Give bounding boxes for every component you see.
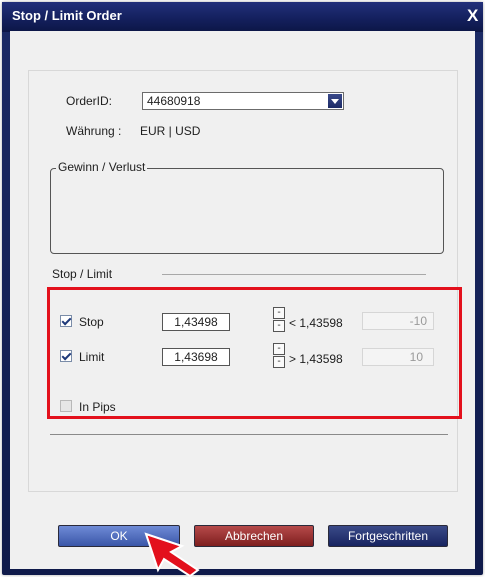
stop-pips-field: -10 — [362, 312, 434, 330]
in-pips-label: In Pips — [79, 400, 116, 414]
limit-checkbox[interactable] — [60, 350, 72, 362]
dropdown-icon[interactable] — [328, 94, 342, 108]
section-divider — [162, 274, 426, 275]
currency-value: EUR | USD — [140, 124, 201, 138]
stop-checkbox[interactable] — [60, 315, 72, 327]
in-pips-checkbox[interactable] — [60, 400, 72, 412]
limit-decrement-button[interactable]: - — [273, 356, 285, 368]
limit-label: Limit — [79, 350, 105, 364]
order-id-select[interactable]: 44680918 — [142, 92, 344, 110]
stop-price-input[interactable]: 1,43498 — [162, 313, 230, 331]
pnl-group-title: Gewinn / Verlust — [56, 160, 148, 174]
stop-limit-heading: Stop / Limit — [52, 267, 113, 281]
order-id-value: 44680918 — [147, 94, 201, 108]
stop-label: Stop — [79, 315, 104, 329]
window-title: Stop / Limit Order — [12, 8, 122, 23]
limit-increment-button[interactable]: - — [273, 343, 285, 355]
stop-decrement-button[interactable]: - — [273, 320, 285, 332]
limit-pips-field: 10 — [362, 348, 434, 366]
order-id-label: OrderID: — [66, 94, 113, 108]
title-bar[interactable]: Stop / Limit Order X — [2, 2, 483, 32]
limit-price-input[interactable]: 1,43698 — [162, 348, 230, 366]
cancel-button[interactable]: Abbrechen — [194, 525, 314, 547]
bottom-divider — [50, 434, 448, 435]
stop-condition-text: < 1,43598 — [289, 316, 343, 330]
currency-label: Währung : — [66, 124, 122, 138]
close-icon[interactable]: X — [467, 7, 481, 25]
limit-condition-text: > 1,43598 — [289, 352, 343, 366]
advanced-button[interactable]: Fortgeschritten — [328, 525, 448, 547]
pnl-group — [50, 168, 444, 254]
arrow-cursor-icon — [144, 532, 200, 577]
stop-increment-button[interactable]: - — [273, 307, 285, 319]
